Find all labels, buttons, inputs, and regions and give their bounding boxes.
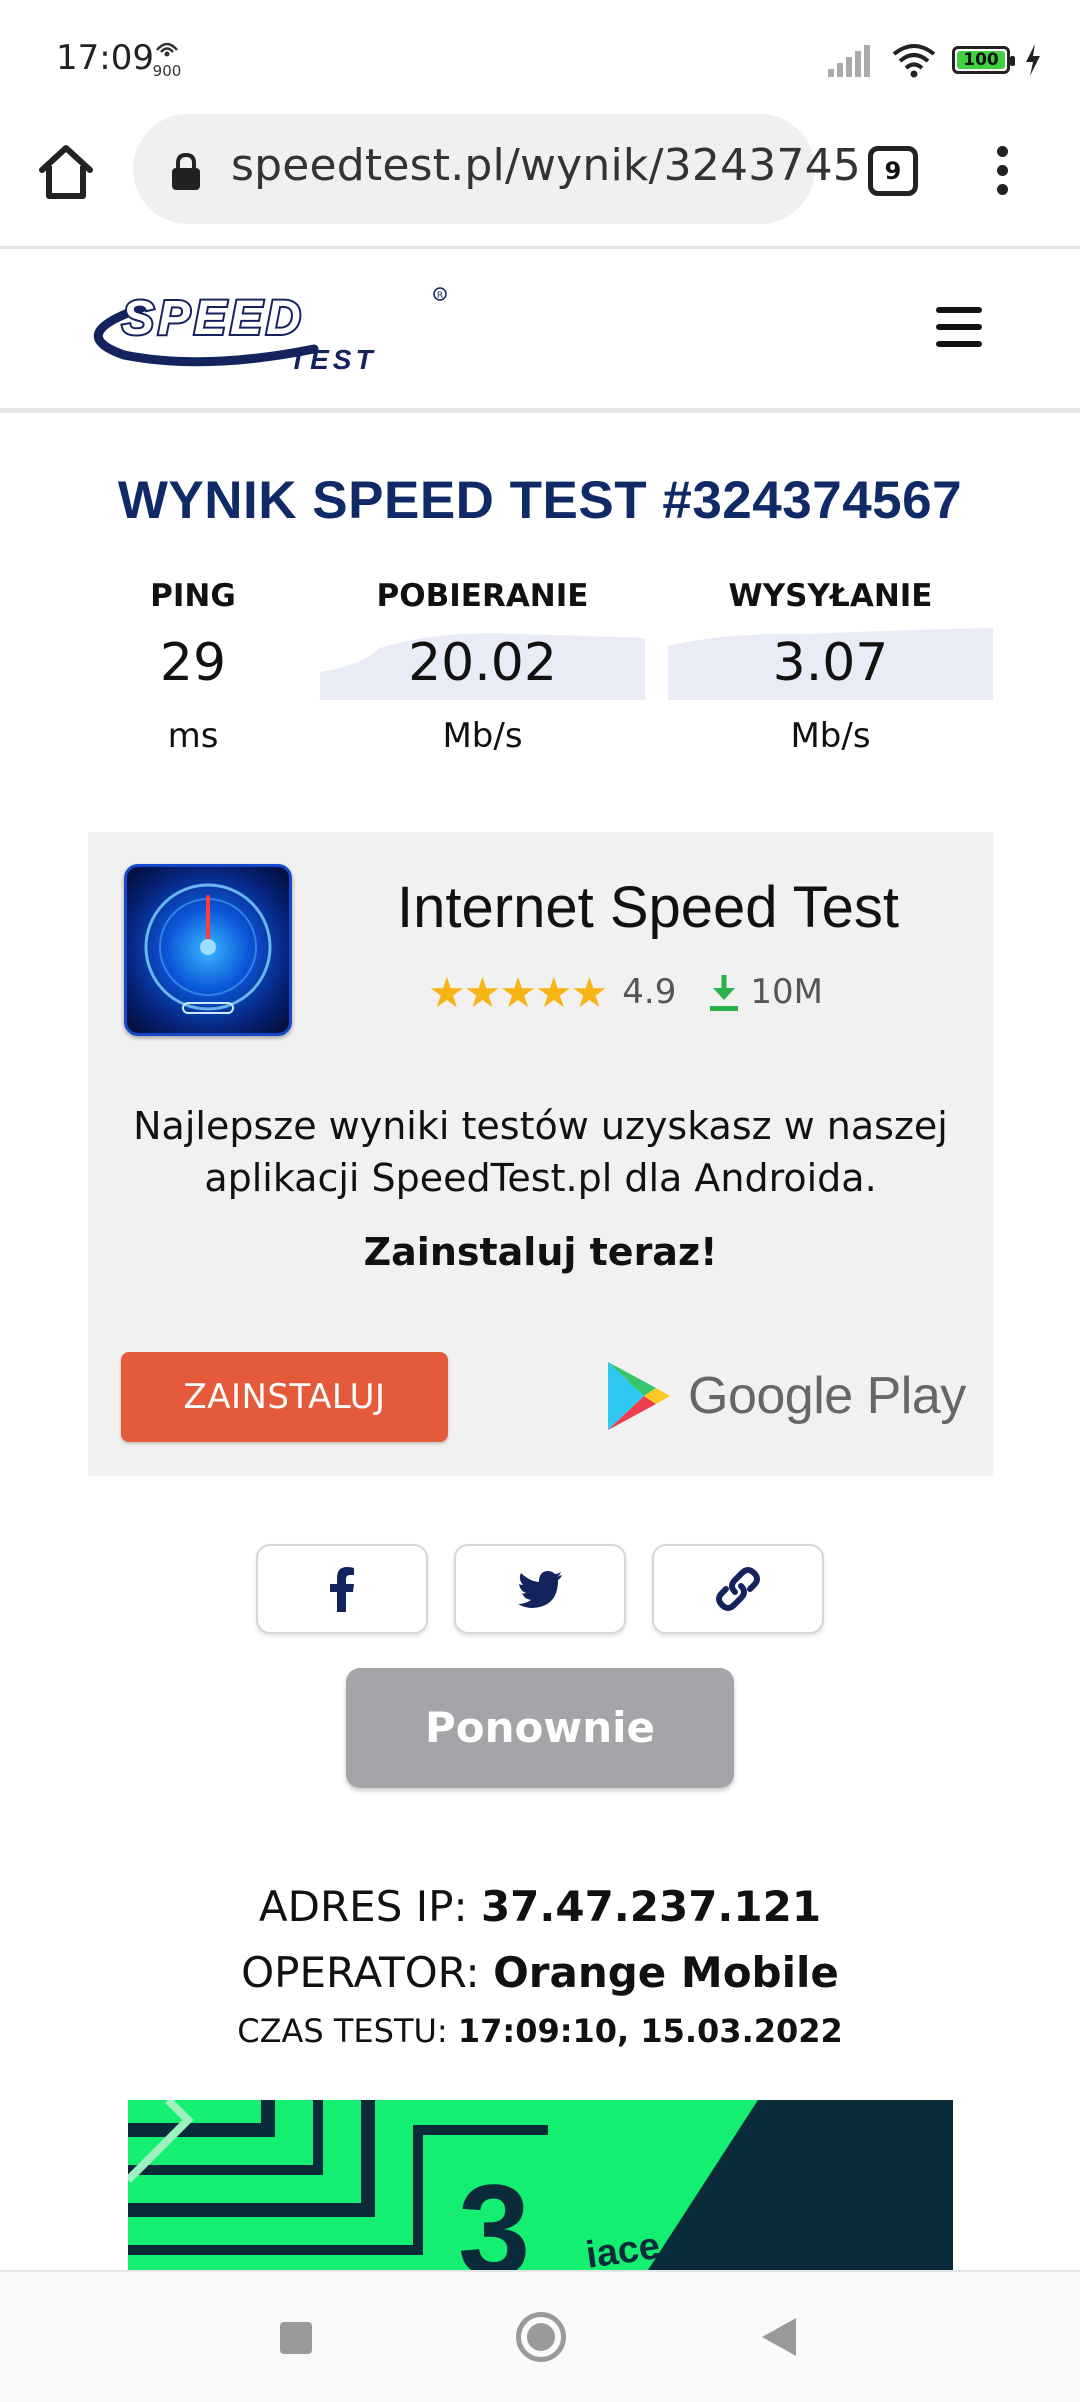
metric-download: POBIERANIE 20.02 Mb/s: [320, 578, 645, 756]
ip-address-line: ADRES IP: 37.47.237.121: [0, 1882, 1080, 1931]
browser-toolbar: speedtest.pl/wynik/3243745 9: [0, 110, 1080, 246]
share-twitter-button[interactable]: [454, 1544, 626, 1634]
operator-value: Orange Mobile: [493, 1948, 839, 1997]
network-speed-icon: 900: [153, 42, 182, 80]
google-play-label: Google Play: [688, 1367, 966, 1425]
ad-banner[interactable]: 3 iace: [128, 2100, 953, 2270]
recents-button[interactable]: [280, 2322, 312, 2354]
header-divider: [0, 408, 1080, 413]
ping-value: 29: [159, 633, 227, 693]
download-label: POBIERANIE: [376, 578, 589, 614]
svg-text:R: R: [437, 291, 443, 301]
ping-unit: ms: [167, 716, 219, 756]
speedometer-icon: [144, 883, 272, 1014]
url-text: speedtest.pl/wynik/3243745: [231, 140, 861, 191]
home-button[interactable]: [516, 2312, 566, 2362]
upload-value: 3.07: [772, 633, 889, 693]
battery-icon: 100: [952, 46, 1015, 74]
lock-icon: [172, 152, 200, 190]
metric-ping: PING 29 ms: [98, 578, 288, 756]
status-time: 17:09: [56, 38, 154, 78]
back-button[interactable]: [762, 2318, 796, 2356]
charging-icon: [1026, 44, 1040, 76]
download-icon: [710, 975, 739, 1011]
speedtest-logo[interactable]: SPEED TEST R: [84, 279, 454, 379]
svg-text:TEST: TEST: [289, 344, 377, 375]
download-value: 20.02: [408, 633, 557, 693]
menu-hamburger-icon[interactable]: [936, 307, 982, 351]
copy-link-button[interactable]: [652, 1544, 824, 1634]
ip-value: 37.47.237.121: [480, 1882, 822, 1931]
app-icon[interactable]: [124, 864, 292, 1036]
operator-label: OPERATOR:: [241, 1948, 480, 1997]
test-time-label: CZAS TESTU:: [237, 2012, 448, 2050]
more-menu-icon[interactable]: [990, 142, 1014, 202]
install-button[interactable]: ZAINSTALUJ: [121, 1352, 448, 1442]
home-icon[interactable]: [34, 140, 98, 204]
site-header: SPEED TEST R: [0, 249, 1080, 409]
ad-graphic: 3 iace: [128, 2100, 953, 2270]
page-title: WYNIK SPEED TEST #324374567: [117, 471, 963, 530]
wifi-icon: [892, 44, 936, 78]
upload-label: WYSYŁANIE: [728, 578, 933, 614]
google-play-badge[interactable]: Google Play: [604, 1356, 966, 1436]
download-unit: Mb/s: [442, 716, 523, 756]
facebook-icon: [330, 1567, 354, 1612]
svg-text:900: 900: [153, 62, 182, 80]
rating-stars: ★★★★★: [428, 967, 608, 1017]
rating-value: 4.9: [622, 972, 677, 1012]
battery-level: 100: [963, 50, 999, 70]
status-bar: 17:09 900 100: [0, 0, 1080, 110]
status-icons: 100: [826, 38, 1042, 82]
downloads-count: 10M: [750, 972, 823, 1012]
ip-label: ADRES IP:: [258, 1882, 468, 1931]
promo-description: Najlepsze wyniki testów uzyskasz w nasze…: [133, 1104, 948, 1200]
operator-line: OPERATOR: Orange Mobile: [0, 1948, 1080, 1997]
link-icon: [716, 1567, 760, 1611]
test-time-line: CZAS TESTU: 17:09:10, 15.03.2022: [0, 2012, 1080, 2050]
upload-unit: Mb/s: [790, 716, 871, 756]
app-name: Internet Speed Test: [397, 875, 899, 940]
test-time-value: 17:09:10, 15.03.2022: [457, 2012, 843, 2050]
system-nav-bar: [0, 2270, 1080, 2402]
google-play-icon: [608, 1362, 670, 1430]
metric-upload: WYSYŁANIE 3.07 Mb/s: [668, 578, 993, 756]
promo-cta: Zainstaluj teraz!: [363, 1230, 718, 1274]
tab-switcher-button[interactable]: 9: [868, 146, 918, 196]
ping-label: PING: [150, 578, 236, 614]
share-facebook-button[interactable]: [256, 1544, 428, 1634]
svg-text:SPEED: SPEED: [122, 292, 305, 345]
twitter-icon: [518, 1571, 562, 1608]
app-rating-row: ★★★★★ 4.9 10M: [428, 967, 823, 1017]
signal-icon: [828, 45, 870, 77]
svg-text:3: 3: [458, 2157, 530, 2270]
address-bar[interactable]: speedtest.pl/wynik/3243745: [133, 114, 861, 224]
app-promo-card: Internet Speed Test ★★★★★ 4.9 10M Najlep…: [88, 832, 993, 1476]
retest-button[interactable]: Ponownie: [346, 1668, 734, 1788]
